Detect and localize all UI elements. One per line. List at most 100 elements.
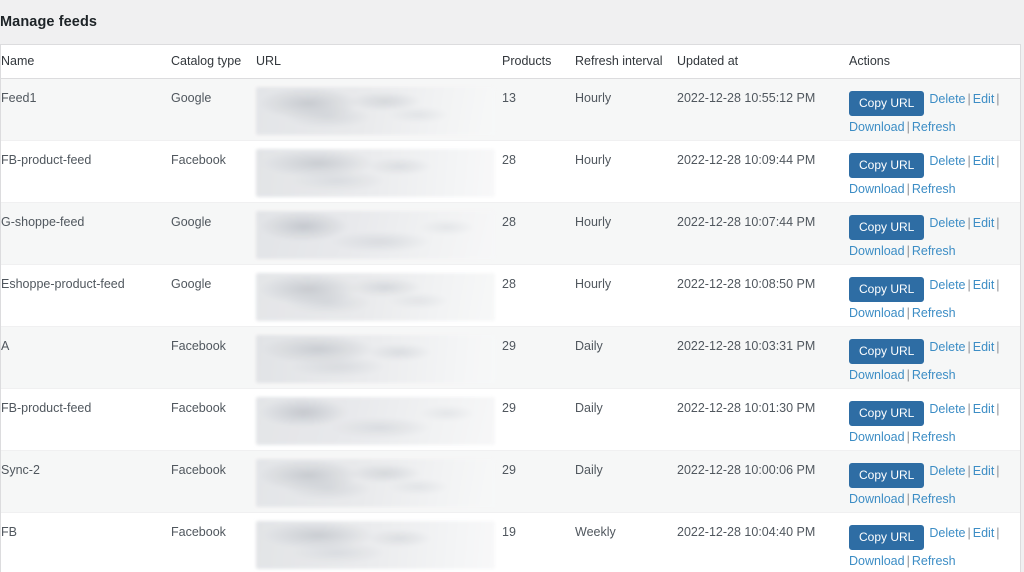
- cell-refresh-interval: Weekly: [575, 513, 677, 572]
- download-link[interactable]: Download: [849, 120, 905, 134]
- refresh-link[interactable]: Refresh: [912, 244, 956, 258]
- action-links-second-row: Download|Refresh: [849, 367, 1021, 384]
- cell-catalog-type: Google: [171, 79, 256, 141]
- copy-url-button[interactable]: Copy URL: [849, 339, 924, 364]
- cell-feed-name: A: [1, 327, 171, 389]
- cell-updated-at: 2022-12-28 10:55:12 PM: [677, 79, 849, 141]
- action-separator: |: [905, 430, 912, 444]
- action-links-second-row: Download|Refresh: [849, 181, 1021, 198]
- copy-url-button[interactable]: Copy URL: [849, 525, 924, 550]
- cell-refresh-interval: Hourly: [575, 79, 677, 141]
- column-header-name[interactable]: Name: [1, 45, 171, 79]
- cell-catalog-type: Facebook: [171, 513, 256, 572]
- delete-link[interactable]: Delete: [929, 402, 965, 416]
- refresh-link[interactable]: Refresh: [912, 492, 956, 506]
- delete-link[interactable]: Delete: [929, 278, 965, 292]
- cell-actions: Copy URLDelete|Edit|Download|Refresh: [849, 451, 1021, 513]
- download-link[interactable]: Download: [849, 492, 905, 506]
- cell-catalog-type: Facebook: [171, 389, 256, 451]
- cell-products-count: 29: [502, 451, 575, 513]
- copy-url-button[interactable]: Copy URL: [849, 401, 924, 426]
- refresh-link[interactable]: Refresh: [912, 430, 956, 444]
- cell-url-redacted: [256, 265, 502, 327]
- cell-actions: Copy URLDelete|Edit|Download|Refresh: [849, 389, 1021, 451]
- action-separator: |: [966, 278, 973, 292]
- feeds-table: Name Catalog type URL Products Refresh i…: [1, 45, 1021, 572]
- cell-refresh-interval: Hourly: [575, 203, 677, 265]
- column-header-catalog-type[interactable]: Catalog type: [171, 45, 256, 79]
- cell-updated-at: 2022-12-28 10:09:44 PM: [677, 141, 849, 203]
- action-links-second-row: Download|Refresh: [849, 305, 1021, 322]
- column-header-updated-at[interactable]: Updated at: [677, 45, 849, 79]
- url-redaction-blur: [256, 273, 495, 321]
- delete-link[interactable]: Delete: [929, 216, 965, 230]
- delete-link[interactable]: Delete: [929, 526, 965, 540]
- table-body: Feed1Google 13Hourly2022-12-28 10:55:12 P…: [1, 79, 1021, 572]
- table-row: FB-product-feedFacebook28Hourly2022-12-2…: [1, 141, 1021, 203]
- cell-url-redacted: [256, 513, 502, 572]
- download-link[interactable]: Download: [849, 306, 905, 320]
- action-separator: |: [966, 216, 973, 230]
- action-separator: |: [966, 154, 973, 168]
- refresh-link[interactable]: Refresh: [912, 306, 956, 320]
- action-separator: |: [994, 92, 1001, 106]
- actions-group: Copy URLDelete|Edit|Download|Refresh: [849, 525, 1021, 570]
- edit-link[interactable]: Edit: [973, 464, 995, 478]
- cell-products-count: 13: [502, 79, 575, 141]
- action-links: Delete|Edit|: [929, 92, 1001, 106]
- refresh-link[interactable]: Refresh: [912, 182, 956, 196]
- page-title: Manage feeds: [0, 14, 97, 30]
- cell-actions: Copy URLDelete|Edit|Download|Refresh: [849, 79, 1021, 141]
- actions-group: Copy URLDelete|Edit|Download|Refresh: [849, 277, 1021, 322]
- url-redaction-blur: [256, 459, 495, 507]
- copy-url-button[interactable]: Copy URL: [849, 463, 924, 488]
- cell-feed-name: Feed1: [1, 79, 171, 141]
- column-header-products[interactable]: Products: [502, 45, 575, 79]
- download-link[interactable]: Download: [849, 430, 905, 444]
- column-header-url[interactable]: URL: [256, 45, 502, 79]
- refresh-link[interactable]: Refresh: [912, 120, 956, 134]
- refresh-link[interactable]: Refresh: [912, 554, 956, 568]
- action-separator: |: [994, 402, 1001, 416]
- edit-link[interactable]: Edit: [973, 278, 995, 292]
- cell-feed-name: Eshoppe-product-feed: [1, 265, 171, 327]
- delete-link[interactable]: Delete: [929, 154, 965, 168]
- column-header-refresh-interval[interactable]: Refresh interval: [575, 45, 677, 79]
- cell-actions: Copy URLDelete|Edit|Download|Refresh: [849, 141, 1021, 203]
- column-header-actions: Actions: [849, 45, 1021, 79]
- cell-url-redacted: [256, 451, 502, 513]
- action-links: Delete|Edit|: [929, 154, 1001, 168]
- edit-link[interactable]: Edit: [973, 526, 995, 540]
- copy-url-button[interactable]: Copy URL: [849, 277, 924, 302]
- table-row: FBFacebook19Weekly2022-12-28 10:04:40 PM…: [1, 513, 1021, 572]
- download-link[interactable]: Download: [849, 554, 905, 568]
- download-link[interactable]: Download: [849, 182, 905, 196]
- delete-link[interactable]: Delete: [929, 464, 965, 478]
- cell-feed-name: Sync-2: [1, 451, 171, 513]
- edit-link[interactable]: Edit: [973, 216, 995, 230]
- refresh-link[interactable]: Refresh: [912, 368, 956, 382]
- copy-url-button[interactable]: Copy URL: [849, 215, 924, 240]
- edit-link[interactable]: Edit: [973, 92, 995, 106]
- action-links: Delete|Edit|: [929, 464, 1001, 478]
- action-separator: |: [966, 526, 973, 540]
- cell-updated-at: 2022-12-28 10:03:31 PM: [677, 327, 849, 389]
- action-separator: |: [905, 554, 912, 568]
- cell-catalog-type: Facebook: [171, 327, 256, 389]
- action-separator: |: [905, 306, 912, 320]
- edit-link[interactable]: Edit: [973, 340, 995, 354]
- actions-group: Copy URLDelete|Edit|Download|Refresh: [849, 153, 1021, 198]
- edit-link[interactable]: Edit: [973, 402, 995, 416]
- action-links: Delete|Edit|: [929, 278, 1001, 292]
- action-links-second-row: Download|Refresh: [849, 429, 1021, 446]
- edit-link[interactable]: Edit: [973, 154, 995, 168]
- actions-group: Copy URLDelete|Edit|Download|Refresh: [849, 215, 1021, 260]
- download-link[interactable]: Download: [849, 244, 905, 258]
- delete-link[interactable]: Delete: [929, 92, 965, 106]
- download-link[interactable]: Download: [849, 368, 905, 382]
- action-separator: |: [966, 402, 973, 416]
- copy-url-button[interactable]: Copy URL: [849, 91, 924, 116]
- delete-link[interactable]: Delete: [929, 340, 965, 354]
- action-links-second-row: Download|Refresh: [849, 243, 1021, 260]
- copy-url-button[interactable]: Copy URL: [849, 153, 924, 178]
